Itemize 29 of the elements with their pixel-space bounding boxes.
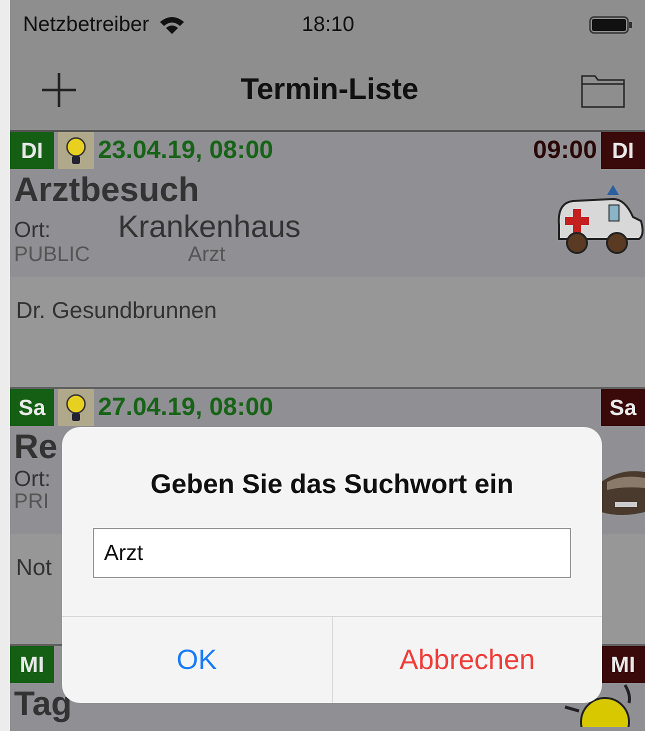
end-time: 09:00 xyxy=(533,136,597,165)
wifi-icon xyxy=(159,15,186,35)
note-text: Not xyxy=(16,554,52,580)
cancel-button[interactable]: Abbrechen xyxy=(332,617,602,703)
visibility-label: PRI xyxy=(14,492,50,512)
weekday-badge: DI xyxy=(10,132,54,169)
category-label: Arzt xyxy=(188,245,226,265)
visibility-label: PUBLIC xyxy=(14,245,91,265)
weekday-badge: MI xyxy=(10,646,54,683)
weekday-badge: Sa xyxy=(10,389,54,426)
battery-icon xyxy=(589,15,633,35)
location-label: Ort: xyxy=(14,217,52,243)
appointment-title: Re xyxy=(14,428,58,466)
screen-title: Termin-Liste xyxy=(240,73,420,107)
appointment-title: Tag xyxy=(14,685,72,723)
appointment-title: Arztbesuch xyxy=(14,171,200,209)
start-date: 27.04.19, 08:00 xyxy=(98,393,274,422)
carrier-label: Netzbetreiber xyxy=(23,13,150,37)
note-text: Dr. Gesundbrunnen xyxy=(16,297,217,323)
start-date: 23.04.19, 08:00 xyxy=(98,136,274,165)
weekday-badge: Sa xyxy=(601,389,645,426)
dialog-title: Geben Sie das Suchwort ein xyxy=(149,469,515,500)
location-value: Krankenhaus xyxy=(118,209,301,245)
location-label: Ort: xyxy=(14,466,52,492)
weekday-badge: DI xyxy=(601,132,645,169)
status-time: 18:10 xyxy=(302,13,354,37)
weekday-badge: MI xyxy=(601,646,645,683)
add-icon[interactable] xyxy=(40,71,78,109)
search-field[interactable]: Arzt xyxy=(93,528,571,578)
